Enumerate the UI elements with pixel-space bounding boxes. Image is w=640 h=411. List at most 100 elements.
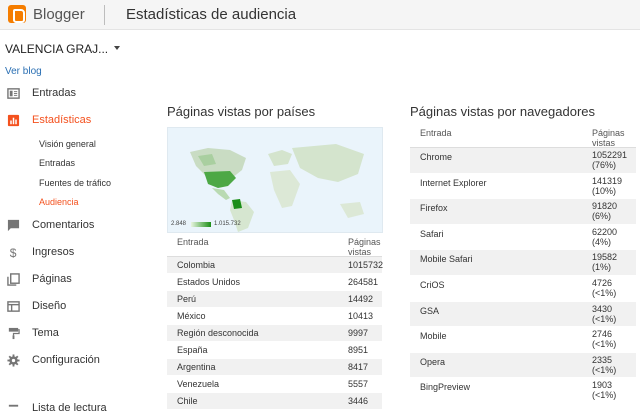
layout-icon bbox=[7, 301, 20, 312]
table-row[interactable]: España 8951 bbox=[167, 342, 382, 359]
row-views: 8951 bbox=[348, 345, 369, 355]
row-views: 3430 bbox=[592, 303, 613, 314]
table-row[interactable]: Estados Unidos 264581 bbox=[167, 274, 382, 291]
map-usa bbox=[204, 171, 236, 188]
view-blog-link[interactable]: Ver blog bbox=[5, 66, 42, 77]
row-views: 141319 bbox=[592, 175, 623, 186]
sidebar-item-ingresos[interactable]: $ Ingresos bbox=[0, 243, 140, 263]
dollar-icon: $ bbox=[10, 246, 17, 259]
row-views: 1903 bbox=[592, 380, 613, 391]
column-header-entrada: Entrada bbox=[177, 237, 209, 247]
row-name: Venezuela bbox=[177, 379, 220, 389]
svg-text:$: $ bbox=[10, 246, 17, 259]
posts-icon bbox=[7, 88, 20, 99]
table-row[interactable]: GSA 3430 (<1%) bbox=[410, 301, 636, 328]
row-name: Chile bbox=[177, 396, 198, 406]
table-row[interactable]: Perú 14492 bbox=[167, 291, 382, 308]
sidebar-item-diseno[interactable]: Diseño bbox=[0, 297, 140, 317]
table-row[interactable]: Firefox 91820 (6%) bbox=[410, 199, 636, 225]
row-percentage: (4%) bbox=[592, 236, 612, 247]
row-percentage: (6%) bbox=[592, 211, 612, 222]
row-name: Opera bbox=[420, 356, 446, 367]
table-row[interactable]: Chile 3446 bbox=[167, 393, 382, 410]
row-views: 2335 bbox=[592, 354, 613, 365]
row-percentage: (<1%) bbox=[592, 364, 617, 375]
sidebar-item-label: Entradas bbox=[32, 87, 77, 99]
row-name: Colombia bbox=[177, 260, 216, 270]
row-name: Internet Explorer bbox=[420, 177, 487, 188]
comments-icon bbox=[7, 219, 20, 232]
sidebar-item-estadisticas[interactable]: Estadísticas bbox=[0, 111, 140, 131]
row-views: 4726 bbox=[592, 277, 613, 288]
table-row[interactable]: Safari 62200 (4%) bbox=[410, 225, 636, 251]
row-views: 14492 bbox=[348, 294, 374, 304]
subnav-vision-general[interactable]: Visión general bbox=[39, 139, 96, 149]
row-views: 91820 bbox=[592, 201, 618, 212]
table-row[interactable]: Opera 2335 (<1%) bbox=[410, 352, 636, 379]
table-row[interactable]: Argentina 8417 bbox=[167, 359, 382, 376]
column-header-vistas: vistas bbox=[348, 247, 372, 257]
sidebar-item-entradas[interactable]: Entradas bbox=[0, 84, 140, 104]
countries-panel-title: Páginas vistas por países bbox=[167, 104, 316, 119]
table-row[interactable]: Venezuela 5557 bbox=[167, 376, 382, 393]
countries-table: Entrada Páginas vistas Colombia 1015732 Es… bbox=[167, 235, 384, 411]
table-row[interactable]: CriOS 4726 (<1%) bbox=[410, 276, 636, 302]
sidebar-item-label: Lista de lectura bbox=[32, 402, 107, 411]
table-row[interactable]: México 10413 bbox=[167, 308, 382, 325]
table-body: Colombia 1015732 Estados Unidos 264581 Perú 1… bbox=[167, 257, 384, 411]
table-row[interactable]: Chrome 1052291 (76%) bbox=[410, 148, 636, 174]
sidebar-item-label: Diseño bbox=[32, 300, 67, 312]
sidebar-item-label: Páginas bbox=[32, 273, 72, 285]
table-row[interactable]: BingPreview 1903 (<1%) bbox=[410, 378, 636, 404]
row-name: España bbox=[177, 345, 208, 355]
row-views: 62200 bbox=[592, 226, 618, 237]
row-name: Perú bbox=[177, 294, 197, 304]
row-views: 1052291 bbox=[592, 150, 628, 160]
sidebar-item-label: Ingresos bbox=[32, 246, 75, 258]
map-legend-gradient bbox=[191, 222, 211, 227]
sidebar-item-comentarios[interactable]: Comentarios bbox=[0, 216, 140, 236]
sidebar-item-lista-de-lectura[interactable]: Lista de lectura bbox=[0, 399, 140, 411]
row-views: 8417 bbox=[348, 362, 369, 372]
browsers-panel-title: Páginas vistas por navegadores bbox=[410, 104, 596, 119]
row-name: Mobile Safari bbox=[420, 254, 473, 265]
subnav-audiencia[interactable]: Audiencia bbox=[39, 197, 79, 207]
chevron-down-icon[interactable] bbox=[114, 46, 120, 50]
table-body: Chrome 1052291 (76%) Internet Explorer 14131… bbox=[410, 148, 636, 404]
column-header-vistas: vistas bbox=[592, 138, 616, 148]
row-views: 3446 bbox=[348, 396, 369, 406]
column-header-paginas: Páginas bbox=[348, 237, 381, 247]
row-name: Estados Unidos bbox=[177, 277, 241, 287]
sidebar-item-configuracion[interactable]: Configuración bbox=[0, 351, 140, 371]
table-row[interactable]: Internet Explorer 141319 (10%) bbox=[410, 174, 636, 200]
table-row[interactable]: Región desconocida 9997 bbox=[167, 325, 382, 342]
row-name: BingPreview bbox=[420, 382, 471, 393]
blog-selector[interactable]: VALENCIA GRAJ... bbox=[5, 42, 108, 56]
row-percentage: (76%) bbox=[592, 160, 617, 170]
blogger-logo-icon[interactable] bbox=[8, 5, 26, 23]
browsers-table: Entrada Páginas vistas Chrome 1052291 (76%… bbox=[410, 126, 636, 404]
row-views: 2746 bbox=[592, 329, 613, 340]
map-legend-min: 2.848 bbox=[171, 221, 187, 227]
row-percentage: (<1%) bbox=[592, 339, 617, 350]
row-views: 1015732 bbox=[348, 260, 384, 270]
brand-name[interactable]: Blogger bbox=[33, 6, 85, 23]
table-row[interactable]: Colombia 1015732 bbox=[167, 257, 384, 274]
table-row[interactable]: Mobile 2746 (<1%) bbox=[410, 327, 636, 353]
gear-icon bbox=[7, 354, 20, 367]
row-name: Firefox bbox=[420, 203, 448, 214]
sidebar-item-label: Configuración bbox=[32, 354, 100, 366]
paint-roller-icon bbox=[8, 327, 20, 340]
sidebar-item-paginas[interactable]: Páginas bbox=[0, 270, 140, 290]
row-name: Argentina bbox=[177, 362, 216, 372]
world-map-graphic bbox=[190, 144, 364, 232]
subnav-fuentes-de-trafico[interactable]: Fuentes de tráfico bbox=[39, 178, 111, 188]
sidebar-item-tema[interactable]: Tema bbox=[0, 324, 140, 344]
table-row[interactable]: Mobile Safari 19582 (1%) bbox=[410, 250, 636, 276]
row-name: Región desconocida bbox=[177, 328, 259, 338]
row-percentage: (<1%) bbox=[592, 313, 617, 324]
row-name: CriOS bbox=[420, 279, 445, 290]
world-map[interactable] bbox=[167, 127, 383, 233]
row-percentage: (<1%) bbox=[592, 390, 617, 401]
subnav-entradas[interactable]: Entradas bbox=[39, 158, 75, 168]
